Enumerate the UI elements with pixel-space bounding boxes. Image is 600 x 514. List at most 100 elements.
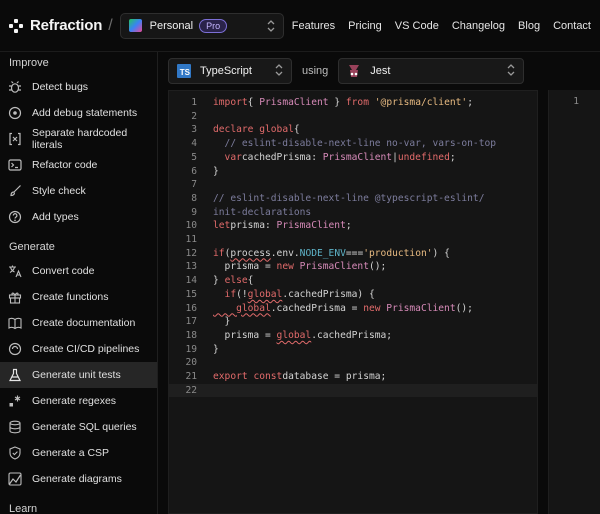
sidebar-item-label: Style check [32,185,86,197]
sidebar-item-label: Convert code [32,265,95,277]
sidebar-item-generate-regexes[interactable]: Generate regexes [0,388,157,414]
line-number: 6 [191,165,197,177]
nav-link-features[interactable]: Features [292,20,335,32]
code-line[interactable]: 4 // eslint-disable-next-line no-var, va… [169,137,537,150]
code-text: } [213,316,231,328]
sidebar-item-generate-diagrams[interactable]: Generate diagrams [0,466,157,492]
sidebar-item-detect-bugs[interactable]: Detect bugs [0,74,157,100]
line-number [549,232,579,245]
code-line[interactable]: 12 if(process.env.NODE_ENV==='production'… [169,247,537,260]
nav-link-vs-code[interactable]: VS Code [395,20,439,32]
terminal-icon [8,158,22,172]
brand[interactable]: Refraction [9,17,102,34]
code-text: } [213,165,219,177]
sidebar-item-label: Create CI/CD pipelines [32,343,140,355]
sidebar-item-create-ci-cd-pipelines[interactable]: Create CI/CD pipelines [0,336,157,362]
line-number: 7 [191,179,197,191]
code-line[interactable]: 3 declare global{ [169,123,537,136]
chevron-up-down-icon [267,19,275,32]
line-number [549,122,579,135]
nav-link-blog[interactable]: Blog [518,20,540,32]
code-text: } else{ [213,275,254,287]
sidebar-item-separate-hardcoded-literals[interactable]: Separate hardcoded literals [0,126,157,152]
question-circle-icon [8,210,22,224]
line-number: 5 [191,151,197,163]
code-line[interactable]: 11 [169,233,537,246]
code-line[interactable]: 5 varcachedPrisma: PrismaClient|undefine… [169,151,537,164]
output-code-editor[interactable]: 1 [548,90,600,514]
code-line[interactable]: 1 import{ PrismaClient } from '@prisma/cl… [169,96,537,109]
nav-link-contact[interactable]: Contact [553,20,591,32]
line-number: 18 [185,329,197,341]
line-number [549,246,579,259]
team-select[interactable]: Personal Pro [119,12,284,39]
code-text: init-declarations [213,206,312,218]
code-text: import{ PrismaClient } from '@prisma/cli… [213,97,473,108]
line-number: 20 [185,357,197,369]
team-name: Personal [149,19,194,32]
debug-icon [8,106,22,120]
gift-icon [8,290,22,304]
sidebar-item-label: Create documentation [32,317,136,329]
line-number: 12 [185,247,197,259]
editor-toolbar: TS TypeScript using Jest [168,58,525,84]
sidebar-item-label: Refactor code [32,159,98,171]
sidebar-item-add-types[interactable]: Add types [0,204,157,230]
sidebar-item-generate-unit-tests[interactable]: Generate unit tests [0,362,157,388]
code-line[interactable]: 18 prisma = global.cachedPrisma; [169,329,537,342]
code-line[interactable]: 10 letprisma: PrismaClient; [169,219,537,232]
nav-link-changelog[interactable]: Changelog [452,20,505,32]
code-line[interactable]: 20 [169,356,537,369]
code-line[interactable]: 6} [169,165,537,178]
code-line[interactable]: 22 [169,383,537,397]
line-number [549,177,579,190]
line-number: 17 [185,316,197,328]
code-line[interactable]: 7 [169,178,537,191]
input-code-editor[interactable]: 1 import{ PrismaClient } from '@prisma/cl… [168,90,538,514]
breadcrumb-separator: / [108,16,113,34]
code-text: // eslint-disable-next-line no-var, vars… [213,138,497,150]
line-number: 3 [191,124,197,136]
code-line[interactable]: 8 // eslint-disable-next-line @typescript… [169,192,537,205]
code-line[interactable]: 21 export constdatabase = prisma; [169,370,537,383]
code-line[interactable]: 2 [169,110,537,123]
plan-badge: Pro [199,18,228,33]
chevron-up-down-icon [275,63,283,79]
sidebar-item-create-documentation[interactable]: Create documentation [0,310,157,336]
line-number [549,259,579,272]
code-line[interactable]: 9 init-declarations [169,206,537,219]
regex-icon [8,394,22,408]
sidebar-item-create-functions[interactable]: Create functions [0,284,157,310]
line-number [549,287,579,300]
sidebar-item-convert-code[interactable]: Convert code [0,258,157,284]
line-number: 10 [185,220,197,232]
book-icon [8,316,22,330]
line-number: 15 [185,288,197,300]
line-number: 1 [573,96,579,107]
sidebar-item-label: Separate hardcoded literals [32,127,128,151]
code-line[interactable]: 14} else{ [169,274,537,287]
top-bar: Refraction / Personal Pro Features Pricin… [0,0,600,52]
brand-name: Refraction [30,17,103,34]
code-text: } [213,343,219,355]
code-text: export constdatabase = prisma; [213,371,387,382]
line-number [549,314,579,327]
nav-link-pricing[interactable]: Pricing [348,20,382,32]
code-line[interactable]: 15 if(!global.cachedPrisma) { [169,288,537,301]
code-line[interactable]: 16 global.cachedPrisma = new PrismaClien… [169,302,537,315]
sidebar-item-add-debug-statements[interactable]: Add debug statements [0,100,157,126]
line-number: 19 [185,343,197,355]
framework-select[interactable]: Jest [338,58,525,84]
line-number [549,136,579,149]
language-select[interactable]: TS TypeScript [168,58,292,84]
sidebar-item-generate-sql-queries[interactable]: Generate SQL queries [0,414,157,440]
code-line[interactable]: 19} [169,343,537,356]
code-line[interactable]: 13 prisma = new PrismaClient(); [169,260,537,273]
sidebar-item-style-check[interactable]: Style check [0,178,157,204]
line-number [549,301,579,314]
sidebar-item-generate-a-csp[interactable]: Generate a CSP [0,440,157,466]
code-line[interactable]: 17 } [169,315,537,328]
code-text: prisma = global.cachedPrisma; [213,329,393,341]
line-number [549,205,579,218]
sidebar-item-refactor-code[interactable]: Refactor code [0,152,157,178]
